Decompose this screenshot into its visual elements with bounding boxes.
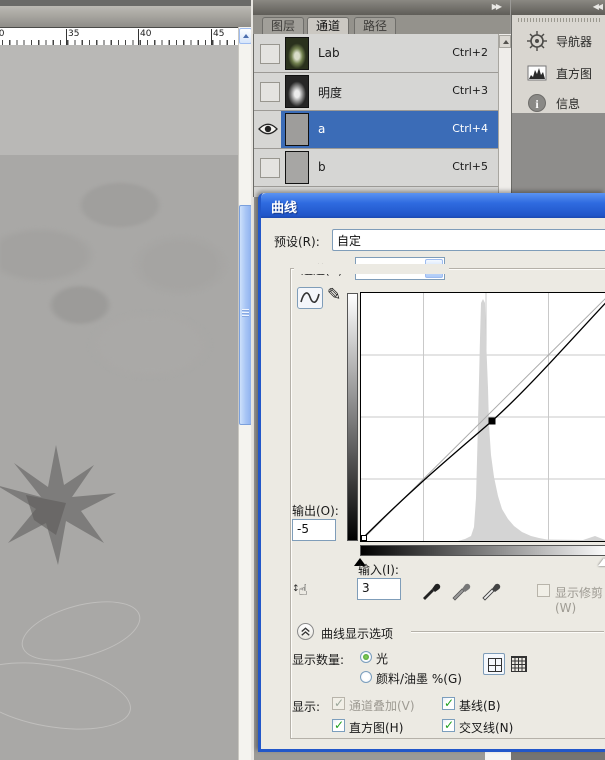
preset-label: 预设(R): [274, 233, 320, 250]
collapse-options-button[interactable] [297, 623, 314, 640]
output-field[interactable]: -5 [292, 519, 336, 541]
output-gradient-bar [347, 293, 358, 541]
visibility-toggle[interactable] [260, 158, 280, 178]
panel-group-header: ▶▶ [253, 0, 510, 16]
background-window-fragment [485, 752, 512, 760]
channel-thumbnail [285, 151, 309, 184]
dock-item-navigator[interactable]: 导航器 [520, 29, 604, 53]
channel-shortcut: Ctrl+3 [452, 84, 488, 97]
canvas-flower-shape [0, 425, 146, 575]
preset-field[interactable]: 自定 [332, 229, 605, 251]
channel-row-lab[interactable]: Lab Ctrl+2 [254, 35, 498, 73]
black-eyedropper-icon[interactable] [421, 579, 443, 601]
image-canvas[interactable]: 思缘设计论坛 WWW.MISSYUAN.COM [0, 45, 238, 760]
curve-grid[interactable] [360, 292, 605, 542]
white-point-slider[interactable] [598, 558, 605, 566]
scroll-up-button[interactable] [499, 35, 511, 48]
radio-light[interactable] [360, 651, 372, 663]
canvas-vertical-scrollbar[interactable] [238, 27, 252, 760]
radio-pigment-ink-label: 颜料/油墨 %(G) [376, 670, 462, 687]
channel-name: b [318, 160, 326, 174]
tab-channels[interactable]: 通道 [307, 17, 349, 34]
gray-eyedropper-icon[interactable] [451, 579, 473, 601]
quarter-grid-button[interactable] [483, 653, 505, 675]
dock-item-histogram[interactable]: 直方图 [520, 61, 604, 85]
window-chrome-band [0, 6, 253, 27]
curve-endpoint-low[interactable] [362, 536, 367, 541]
channel-thumbnail [285, 75, 309, 108]
horizontal-ruler: 30 35 40 45 [0, 27, 238, 46]
tab-paths[interactable]: 路径 [354, 17, 396, 34]
channel-thumbnail [285, 37, 309, 70]
channel-overlay-label: 通道叠加(V) [349, 697, 415, 714]
channel-shortcut: Ctrl+2 [452, 46, 488, 59]
collapse-panel-icon[interactable]: ▶▶ [492, 2, 500, 11]
show-amount-label: 显示数量: [292, 651, 344, 668]
radio-light-label: 光 [376, 650, 388, 667]
dialog-title-bar[interactable]: 曲线 [261, 193, 605, 218]
histogram-label: 直方图(H) [349, 719, 403, 736]
dock-drag-handle[interactable] [518, 18, 602, 22]
photoshop-workspace: 30 35 40 45 思缘设计论坛 WWW.MISSYUAN.COM ▶▶ ◀… [0, 0, 605, 760]
input-label: 输入(I): [358, 561, 399, 578]
baseline-label: 基线(B) [459, 697, 501, 714]
channel-row-a[interactable]: a Ctrl+4 [254, 111, 498, 149]
histogram-icon [526, 62, 548, 84]
dock-item-info[interactable]: i 信息 [520, 91, 604, 115]
options-header-label: 曲线显示选项 [321, 625, 393, 642]
dock-header: ◀◀ [511, 0, 605, 16]
dock-item-label: 直方图 [556, 65, 592, 82]
histogram-checkbox[interactable]: ✓ [332, 719, 345, 732]
quarter-grid-icon [488, 658, 502, 672]
show-clipping-checkbox [537, 584, 550, 597]
ruler-label: 30 [0, 29, 4, 39]
edit-points-tool-button[interactable] [297, 287, 323, 309]
info-icon: i [526, 92, 548, 114]
pencil-tool-icon[interactable]: ✎ [327, 285, 341, 305]
drag-on-image-tool-icon[interactable]: ↕☝ [292, 581, 308, 599]
channel-shortcut: Ctrl+4 [452, 122, 488, 135]
intersection-line-checkbox[interactable]: ✓ [442, 719, 455, 732]
white-eyedropper-icon[interactable] [481, 579, 503, 601]
tab-layers[interactable]: 图层 [262, 17, 304, 34]
channels-scrollbar[interactable] [498, 34, 511, 197]
channel-name: a [318, 122, 325, 136]
channel-row-lightness[interactable]: 明度 Ctrl+3 [254, 73, 498, 111]
curves-dialog: 曲线 预设(R): 自定 通道(C): a ✎ [258, 193, 605, 752]
input-field[interactable]: 3 [357, 578, 401, 600]
baseline-checkbox[interactable]: ✓ [442, 697, 455, 710]
input-gradient-bar [360, 545, 605, 556]
visibility-toggle[interactable] [260, 82, 280, 102]
dock-item-label: 导航器 [556, 33, 592, 50]
panel-tab-bar: 图层 通道 路径 ▾≡ [253, 15, 510, 35]
radio-pigment-ink[interactable] [360, 671, 372, 683]
curve-tool-icon [298, 288, 322, 308]
channel-row-b[interactable]: b Ctrl+5 [254, 149, 498, 187]
ruler-label: 40 [140, 29, 151, 39]
visibility-toggle[interactable] [260, 44, 280, 64]
ruler-label: 45 [213, 29, 224, 39]
dock-item-label: 信息 [556, 95, 580, 112]
channel-name: Lab [318, 46, 340, 60]
dialog-title: 曲线 [271, 197, 297, 216]
eye-icon[interactable] [258, 122, 278, 136]
output-label: 输出(O): [292, 502, 339, 519]
navigator-wheel-icon [526, 30, 548, 52]
channel-histogram [458, 299, 605, 541]
chevron-double-up-icon [298, 624, 313, 639]
show-clipping-label: 显示修剪(W) [555, 584, 605, 615]
channels-list: Lab Ctrl+2 明度 Ctrl+3 a Ctrl+4 b [253, 34, 511, 197]
channel-shortcut: Ctrl+5 [452, 160, 488, 173]
intersection-line-label: 交叉线(N) [459, 719, 513, 736]
channel-thumbnail [285, 113, 309, 146]
curve-selected-point[interactable] [489, 418, 496, 425]
channel-overlay-checkbox: ✓ [332, 697, 345, 710]
fine-grid-button[interactable] [511, 656, 527, 672]
channel-name: 明度 [318, 84, 342, 101]
ruler-label: 35 [68, 29, 79, 39]
show-label: 显示: [292, 698, 320, 715]
collapse-dock-icon[interactable]: ◀◀ [593, 2, 601, 11]
